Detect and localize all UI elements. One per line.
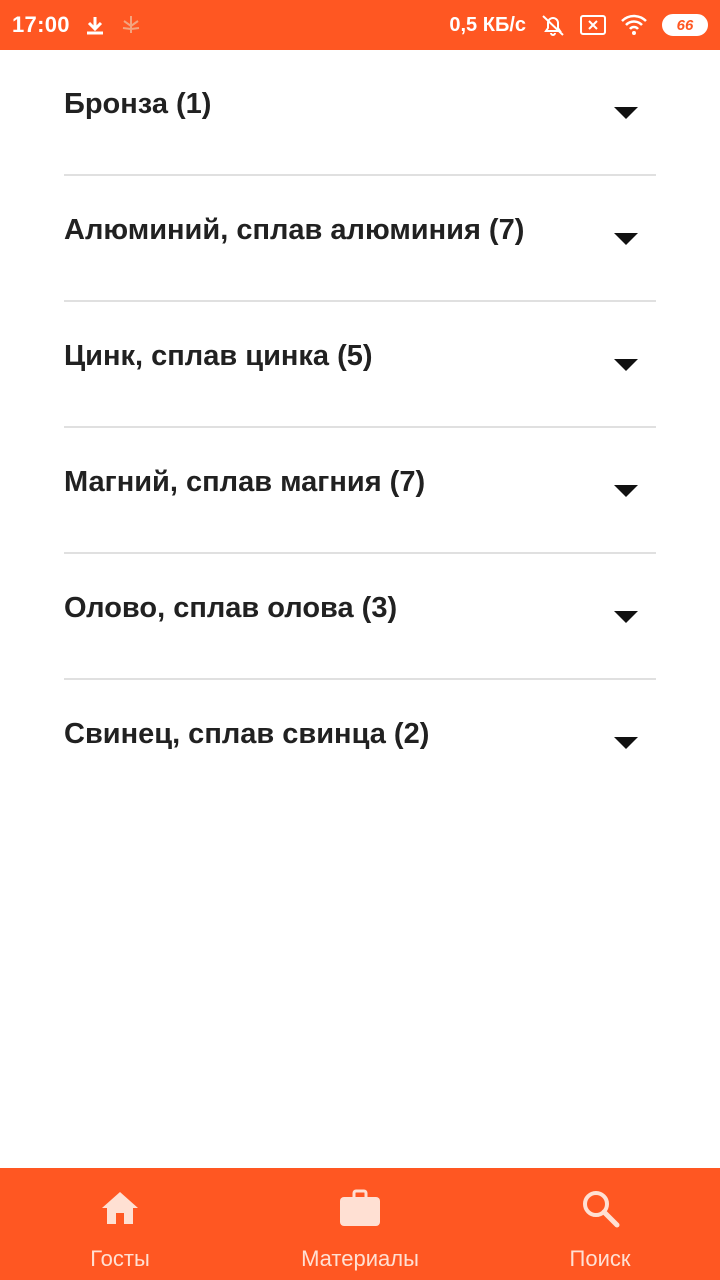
chevron-down-icon: [614, 107, 638, 119]
chevron-down-icon: [614, 611, 638, 623]
list-item-label: Олово, сплав олова (3): [64, 592, 398, 624]
alarm-off-icon: [540, 12, 566, 38]
list-item[interactable]: Магний, сплав магния (7): [64, 428, 656, 554]
sim-off-icon: [580, 14, 606, 36]
chevron-down-icon: [614, 485, 638, 497]
bottom-navigation: Госты Материалы Поиск: [0, 1168, 720, 1280]
nav-label-gosts: Госты: [90, 1246, 150, 1271]
search-icon: [580, 1188, 620, 1228]
chevron-down-icon: [614, 233, 638, 245]
status-bar: 17:00 0,5 КБ/с 66: [0, 0, 720, 50]
nav-label-search: Поиск: [569, 1246, 631, 1271]
list-item-label: Свинец, сплав свинца (2): [64, 718, 430, 750]
list-item[interactable]: Бронза (1): [64, 50, 656, 176]
download-icon: [84, 14, 106, 36]
chevron-down-icon: [614, 737, 638, 749]
chevron-down-icon: [614, 359, 638, 371]
nav-item-materials[interactable]: Материалы: [240, 1168, 480, 1280]
list-item[interactable]: Олово, сплав олова (3): [64, 554, 656, 680]
list-item-label: Магний, сплав магния (7): [64, 466, 426, 498]
status-time: 17:00: [12, 12, 70, 37]
list-item-label: Цинк, сплав цинка (5): [64, 340, 373, 372]
materials-group-list: Бронза (1) Алюминий, сплав алюминия (7) …: [64, 50, 656, 806]
list-item[interactable]: Алюминий, сплав алюминия (7): [64, 176, 656, 302]
cannabis-notification-icon: [120, 14, 142, 36]
home-icon: [100, 1188, 140, 1228]
nav-item-search[interactable]: Поиск: [480, 1168, 720, 1280]
nav-item-gosts[interactable]: Госты: [0, 1168, 240, 1280]
list-item-label: Алюминий, сплав алюминия (7): [64, 214, 525, 246]
network-speed: 0,5 КБ/с: [449, 13, 526, 36]
wifi-icon: [620, 14, 648, 36]
list-item-label: Бронза (1): [64, 88, 212, 120]
nav-label-materials: Материалы: [301, 1246, 419, 1271]
briefcase-icon: [339, 1188, 381, 1228]
list-item[interactable]: Свинец, сплав свинца (2): [64, 680, 656, 806]
battery-icon: 66: [662, 14, 708, 36]
list-item[interactable]: Цинк, сплав цинка (5): [64, 302, 656, 428]
